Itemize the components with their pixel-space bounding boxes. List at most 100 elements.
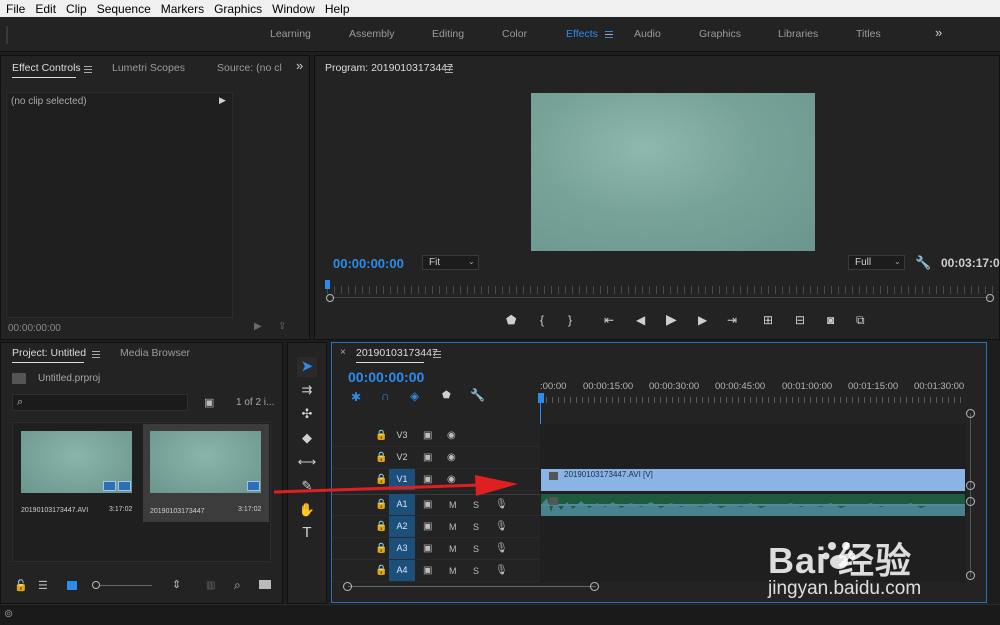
microphone-icon[interactable]: 🎙 [495, 499, 508, 510]
play-icon[interactable]: ▶ [666, 312, 677, 326]
filter-clip-icon[interactable]: ▶ [254, 321, 262, 332]
tab-lumetri-scopes[interactable]: Lumetri Scopes [112, 62, 185, 74]
export-icon[interactable]: ⇪ [278, 321, 286, 332]
progress-icon[interactable]: ⊚ [4, 607, 13, 620]
comparison-view-icon[interactable]: ⧉ [856, 313, 865, 327]
workspace-effects[interactable]: Effects [566, 28, 598, 40]
project-search-input[interactable]: ⌕ [12, 394, 188, 411]
workspace-editing[interactable]: Editing [432, 28, 464, 40]
microphone-icon[interactable]: 🎙 [495, 521, 508, 532]
project-item[interactable]: 20190103173447.AVI 3:17:02 [14, 424, 140, 522]
more-workspaces-icon[interactable]: » [935, 25, 942, 40]
menu-sequence[interactable]: Sequence [91, 2, 155, 16]
eye-icon[interactable]: ◉ [447, 430, 456, 441]
solo-button[interactable]: S [473, 544, 479, 554]
workspace-menu-icon[interactable] [605, 31, 613, 38]
tab-effect-controls[interactable]: Effect Controls [12, 62, 81, 74]
v-scroll-handle-top[interactable] [966, 409, 975, 418]
v-scroll-handle-mid[interactable] [966, 481, 975, 490]
zoom-handle-right[interactable] [986, 294, 994, 302]
timeline-menu-icon[interactable] [433, 351, 441, 358]
menu-graphics[interactable]: Graphics [208, 2, 266, 16]
program-ruler[interactable] [327, 286, 995, 294]
razor-tool-icon[interactable]: ◆ [297, 428, 317, 448]
nest-icon[interactable]: ✱ [351, 390, 361, 404]
timeline-timecode[interactable]: 00:00:00:00 [348, 369, 424, 385]
icon-view-icon[interactable] [67, 581, 77, 590]
track-select-tool-icon[interactable]: ⇉ [297, 380, 317, 400]
fit-dropdown[interactable]: Fit ⌄ [422, 255, 479, 270]
automate-icon[interactable]: ▥ [206, 580, 215, 591]
timeline-settings-icon[interactable]: 🔧 [470, 388, 485, 402]
selection-tool-icon[interactable]: ➤ [297, 357, 317, 377]
step-forward-icon[interactable]: ▶︎ [698, 313, 707, 327]
tab-project[interactable]: Project: Untitled [12, 347, 86, 359]
zoom-slider-handle[interactable] [92, 581, 100, 589]
project-menu-icon[interactable] [92, 351, 100, 358]
menu-help[interactable]: Help [319, 2, 354, 16]
track-label-v2[interactable]: V2 [389, 447, 415, 468]
workspace-titles[interactable]: Titles [856, 28, 881, 40]
expand-arrow-icon[interactable]: ▶ [219, 95, 226, 106]
go-to-out-icon[interactable]: ⇥ [727, 313, 737, 327]
track-lock-icon[interactable]: 🔒 [375, 452, 387, 463]
timeline-marker-icon[interactable]: ⬟ [442, 390, 451, 401]
h-scroll-handle-left[interactable] [343, 582, 352, 591]
lock-icon[interactable]: 🔓 [14, 579, 28, 592]
sync-lock-icon[interactable]: ▣ [423, 499, 432, 510]
program-timecode[interactable]: 00:00:00:00 [333, 256, 404, 271]
sync-lock-icon[interactable]: ▣ [423, 521, 432, 532]
audio-clip[interactable] [541, 494, 965, 516]
menu-markers[interactable]: Markers [155, 2, 208, 16]
timeline-playhead[interactable] [538, 393, 544, 403]
menu-clip[interactable]: Clip [60, 2, 91, 16]
slip-tool-icon[interactable]: ⟷ [297, 452, 317, 472]
h-scroll-handle-right[interactable] [590, 582, 599, 591]
mute-button[interactable]: M [449, 566, 457, 576]
eye-icon[interactable]: ◉ [447, 452, 456, 463]
list-view-icon[interactable]: ☰ [38, 579, 48, 592]
workspace-libraries[interactable]: Libraries [778, 28, 818, 40]
linked-selection-icon[interactable]: ◈ [410, 389, 419, 403]
audio-scroll-handle-top[interactable] [966, 497, 975, 506]
solo-button[interactable]: S [473, 522, 479, 532]
program-zoom-bar[interactable] [332, 297, 990, 298]
mute-button[interactable]: M [449, 544, 457, 554]
panel-overflow-icon[interactable]: » [296, 58, 303, 73]
mark-out-icon[interactable]: } [568, 313, 572, 327]
extract-icon[interactable]: ⊟ [795, 313, 805, 327]
track-label-v3[interactable]: V3 [389, 425, 415, 446]
hand-tool-icon[interactable]: ✋ [297, 500, 317, 520]
workspace-color[interactable]: Color [502, 28, 527, 40]
solo-button[interactable]: S [473, 500, 479, 510]
mute-button[interactable]: M [449, 500, 457, 510]
track-label-a2[interactable]: A2 [389, 516, 415, 537]
menu-file[interactable]: File [0, 2, 29, 16]
workspace-learning[interactable]: Learning [270, 28, 311, 40]
video-clip[interactable]: 20190103173447.AVI [V] [541, 469, 965, 491]
microphone-icon[interactable]: 🎙 [495, 543, 508, 554]
track-lock-icon[interactable]: 🔒 [375, 499, 387, 510]
sort-icon[interactable]: ⇕ [172, 578, 181, 591]
solo-button[interactable]: S [473, 566, 479, 576]
project-item-selected[interactable]: 20190103173447 3:17:02 [143, 424, 269, 522]
program-playhead[interactable] [325, 280, 330, 289]
track-lock-icon[interactable]: 🔒 [375, 543, 387, 554]
sync-lock-icon[interactable]: ▣ [423, 430, 432, 441]
track-lock-icon[interactable]: 🔒 [375, 430, 387, 441]
program-menu-icon[interactable] [445, 66, 453, 73]
track-lock-icon[interactable]: 🔒 [375, 521, 387, 532]
wrench-icon[interactable]: 🔧 [915, 255, 931, 271]
sequence-tab[interactable]: 20190103173447 [356, 347, 438, 359]
go-to-in-icon[interactable]: ⇤ [604, 313, 614, 327]
effect-controls-menu-icon[interactable] [84, 66, 92, 73]
lift-icon[interactable]: ⊞ [763, 313, 773, 327]
workspace-assembly[interactable]: Assembly [349, 28, 395, 40]
find-icon[interactable]: ⌕ [234, 578, 241, 593]
quality-dropdown[interactable]: Full ⌄ [848, 255, 905, 270]
timeline-ruler[interactable] [540, 397, 966, 403]
close-icon[interactable]: × [340, 347, 346, 358]
menu-edit[interactable]: Edit [29, 2, 60, 16]
new-bin-icon[interactable] [259, 580, 271, 589]
track-lock-icon[interactable]: 🔒 [375, 565, 387, 576]
